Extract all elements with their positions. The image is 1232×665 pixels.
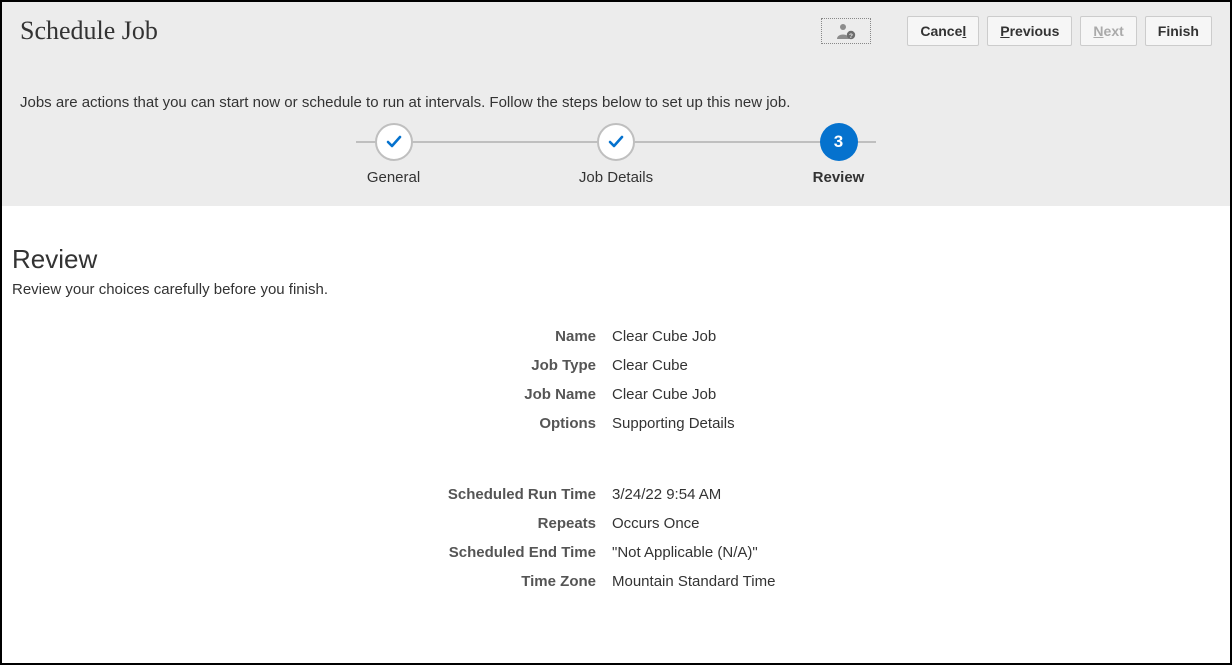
cancel-button[interactable]: Cancel [907, 16, 979, 46]
check-icon [606, 132, 626, 152]
review-section: Review Review your choices carefully bef… [2, 206, 1230, 606]
field-value: Clear Cube Job [612, 386, 716, 403]
field-row-scheduled-end-time: Scheduled End Time "Not Applicable (N/A)… [12, 538, 1220, 567]
wizard-stepper: General Job Details 3 Review [20, 123, 1212, 186]
page-title: Schedule Job [20, 16, 158, 46]
help-icon-box[interactable]: ? [821, 18, 871, 44]
field-row-options: Options Supporting Details [12, 409, 1220, 438]
header-buttons: ? Cancel Previous Next Finish [821, 16, 1212, 46]
field-value: Clear Cube [612, 357, 688, 374]
top-row: Schedule Job ? Cancel [20, 16, 1212, 46]
step-label: Job Details [579, 169, 653, 186]
field-row-time-zone: Time Zone Mountain Standard Time [12, 567, 1220, 596]
field-row-job-name: Job Name Clear Cube Job [12, 380, 1220, 409]
field-row-job-type: Job Type Clear Cube [12, 351, 1220, 380]
field-value: Supporting Details [612, 415, 735, 432]
help-person-icon: ? [836, 22, 856, 40]
step-circle-active: 3 [820, 123, 858, 161]
step-circle-done [375, 123, 413, 161]
field-value: Mountain Standard Time [612, 573, 775, 590]
field-value: 3/24/22 9:54 AM [612, 486, 721, 503]
field-label: Time Zone [12, 573, 612, 590]
step-circle-done [597, 123, 635, 161]
field-row-name: Name Clear Cube Job [12, 322, 1220, 351]
wizard-step-review[interactable]: 3 Review [781, 123, 896, 186]
field-label: Job Type [12, 357, 612, 374]
step-label: Review [813, 169, 865, 186]
wizard-step-general[interactable]: General [336, 123, 451, 186]
intro-text: Jobs are actions that you can start now … [20, 94, 1212, 111]
row-gap [12, 438, 1220, 462]
schedule-job-window: Schedule Job ? Cancel [0, 0, 1232, 665]
step-label: General [367, 169, 420, 186]
wizard-step-job-details[interactable]: Job Details [559, 123, 674, 186]
field-value: Occurs Once [612, 515, 700, 532]
svg-text:?: ? [849, 33, 853, 40]
field-value: Clear Cube Job [612, 328, 716, 345]
field-label: Scheduled End Time [12, 544, 612, 561]
field-row-scheduled-run-time: Scheduled Run Time 3/24/22 9:54 AM [12, 480, 1220, 509]
review-subtitle: Review your choices carefully before you… [12, 281, 1220, 298]
field-value: "Not Applicable (N/A)" [612, 544, 758, 561]
review-title: Review [12, 244, 1220, 275]
field-row-repeats: Repeats Occurs Once [12, 509, 1220, 538]
field-label: Repeats [12, 515, 612, 532]
review-group-1: Name Clear Cube Job Job Type Clear Cube … [12, 322, 1220, 438]
field-label: Job Name [12, 386, 612, 403]
field-label: Options [12, 415, 612, 432]
previous-button[interactable]: Previous [987, 16, 1072, 46]
wizard-track: General Job Details 3 Review [336, 123, 896, 186]
check-icon [384, 132, 404, 152]
field-label: Name [12, 328, 612, 345]
header-band: Schedule Job ? Cancel [2, 2, 1230, 206]
next-button: Next [1080, 16, 1136, 46]
field-label: Scheduled Run Time [12, 486, 612, 503]
review-group-2: Scheduled Run Time 3/24/22 9:54 AM Repea… [12, 480, 1220, 596]
finish-button[interactable]: Finish [1145, 16, 1212, 46]
